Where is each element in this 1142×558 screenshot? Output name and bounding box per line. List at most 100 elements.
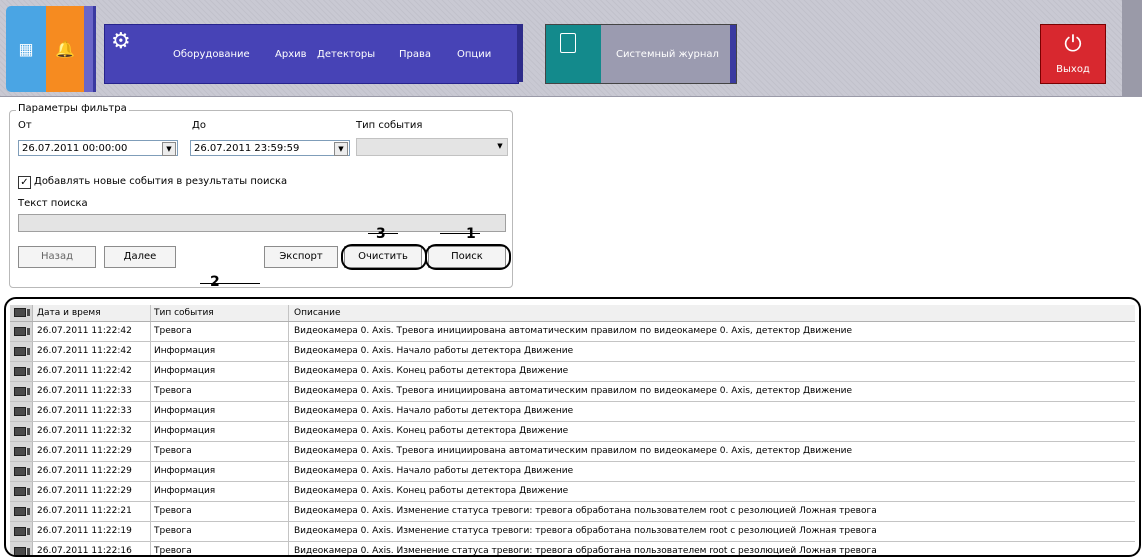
search-text-input[interactable] bbox=[18, 214, 506, 232]
row-icon-cell bbox=[10, 422, 33, 441]
table-row[interactable]: 26.07.2011 11:22:29 Информация Видеокамера… bbox=[10, 482, 1135, 502]
table-row[interactable]: 26.07.2011 11:22:33 Информация Видеокамера… bbox=[10, 402, 1135, 422]
callout-2: 2 bbox=[210, 274, 220, 290]
search-text-label: Текст поиска bbox=[18, 198, 88, 209]
row-icon-cell bbox=[10, 482, 33, 501]
cell-date: 26.07.2011 11:22:29 bbox=[33, 482, 151, 501]
export-button[interactable]: Экспорт bbox=[264, 246, 338, 268]
from-datetime-value: 26.07.2011 00:00:00 bbox=[22, 143, 128, 154]
cell-type: Информация bbox=[151, 402, 289, 421]
scroll-strip bbox=[1122, 0, 1142, 96]
cell-date: 26.07.2011 11:22:29 bbox=[33, 442, 151, 461]
cell-description: Видеокамера 0. Axis. Конец работы детект… bbox=[294, 426, 569, 436]
cell-date: 26.07.2011 11:22:42 bbox=[33, 322, 151, 341]
row-icon-cell bbox=[10, 522, 33, 541]
cell-type: Тревога bbox=[151, 502, 289, 521]
cell-description: Видеокамера 0. Axis. Тревога инициирован… bbox=[294, 386, 853, 396]
chevron-down-icon[interactable]: ▼ bbox=[494, 140, 506, 152]
events-table: Дата и время Тип события Описание 26.07.… bbox=[10, 305, 1135, 555]
table-row[interactable]: 26.07.2011 11:22:42 Информация Видеокамера… bbox=[10, 362, 1135, 382]
menu-item-detectors[interactable]: Детекторы bbox=[317, 49, 375, 60]
table-row[interactable]: 26.07.2011 11:22:32 Информация Видеокамера… bbox=[10, 422, 1135, 442]
cell-description: Видеокамера 0. Axis. Тревога инициирован… bbox=[294, 446, 853, 456]
cell-description: Видеокамера 0. Axis. Начало работы детек… bbox=[294, 346, 574, 356]
clear-highlight bbox=[341, 244, 427, 270]
cell-type: Информация bbox=[151, 342, 289, 361]
row-icon-cell bbox=[10, 322, 33, 341]
from-label: От bbox=[18, 120, 32, 131]
menu-toggle-strip[interactable] bbox=[84, 6, 93, 92]
camera-icon bbox=[14, 367, 30, 376]
cell-type: Информация bbox=[151, 362, 289, 381]
add-new-events-label: Добавлять новые события в результаты пои… bbox=[34, 176, 288, 187]
menu-item-rights[interactable]: Права bbox=[399, 49, 431, 60]
table-row[interactable]: 26.07.2011 11:22:42 Тревога Видеокамера 0.… bbox=[10, 322, 1135, 342]
cell-type: Информация bbox=[151, 482, 289, 501]
cell-type: Тревога bbox=[151, 542, 289, 555]
table-row[interactable]: 26.07.2011 11:22:29 Информация Видеокамера… bbox=[10, 462, 1135, 482]
to-datetime-select[interactable]: 26.07.2011 23:59:59 ▼ bbox=[190, 140, 350, 156]
row-icon-cell bbox=[10, 362, 33, 381]
chevron-down-icon[interactable]: ▼ bbox=[334, 142, 348, 156]
to-label: До bbox=[192, 120, 206, 131]
system-journal-button[interactable]: Системный журнал bbox=[545, 24, 737, 84]
journal-icon bbox=[546, 25, 601, 83]
camera-icon bbox=[14, 507, 30, 516]
table-row[interactable]: 26.07.2011 11:22:29 Тревога Видеокамера 0.… bbox=[10, 442, 1135, 462]
column-header-date[interactable]: Дата и время bbox=[33, 305, 151, 321]
filter-group-title: Параметры фильтра bbox=[16, 103, 129, 114]
tiles-button[interactable]: ▦ bbox=[6, 6, 46, 92]
camera-icon bbox=[14, 487, 30, 496]
camera-icon bbox=[14, 427, 30, 436]
cell-description: Видеокамера 0. Axis. Тревога инициирован… bbox=[294, 326, 853, 336]
table-row[interactable]: 26.07.2011 11:22:42 Информация Видеокамера… bbox=[10, 342, 1135, 362]
from-datetime-select[interactable]: 26.07.2011 00:00:00 ▼ bbox=[18, 140, 178, 156]
top-toolbar: ▦ 🔔 ⚙ Оборудование Архив Детекторы Права… bbox=[0, 0, 1142, 97]
table-row[interactable]: 26.07.2011 11:22:33 Тревога Видеокамера 0.… bbox=[10, 382, 1135, 402]
camera-icon bbox=[14, 527, 30, 536]
next-button[interactable]: Далее bbox=[104, 246, 176, 268]
cell-type: Тревога bbox=[151, 522, 289, 541]
cell-description: Видеокамера 0. Axis. Изменение статуса т… bbox=[294, 526, 877, 536]
menu-item-archive[interactable]: Архив bbox=[275, 49, 307, 60]
cell-date: 26.07.2011 11:22:21 bbox=[33, 502, 151, 521]
chevron-down-icon[interactable]: ▼ bbox=[162, 142, 176, 156]
event-type-select[interactable]: ▼ bbox=[356, 138, 508, 156]
camera-icon bbox=[14, 327, 30, 336]
camera-icon bbox=[14, 447, 30, 456]
alarms-button[interactable]: 🔔 bbox=[46, 6, 84, 92]
cell-date: 26.07.2011 11:22:33 bbox=[33, 402, 151, 421]
cell-type: Информация bbox=[151, 422, 289, 441]
column-header-type[interactable]: Тип события bbox=[151, 305, 289, 321]
camera-icon bbox=[14, 407, 30, 416]
callout-3: 3 bbox=[376, 226, 386, 242]
camera-icon bbox=[14, 347, 30, 356]
row-icon-cell bbox=[10, 402, 33, 421]
row-icon-cell bbox=[10, 442, 33, 461]
back-button[interactable]: Назад bbox=[18, 246, 96, 268]
row-icon-cell bbox=[10, 542, 33, 555]
table-row[interactable]: 26.07.2011 11:22:19 Тревога Видеокамера 0.… bbox=[10, 522, 1135, 542]
camera-icon bbox=[14, 547, 30, 555]
cell-type: Информация bbox=[151, 462, 289, 481]
add-new-events-checkbox[interactable]: ✓ bbox=[18, 176, 31, 189]
menu-item-equipment[interactable]: Оборудование bbox=[173, 49, 250, 60]
exit-button[interactable]: ⏻ Выход bbox=[1040, 24, 1106, 84]
row-icon-cell bbox=[10, 462, 33, 481]
camera-icon bbox=[14, 308, 30, 317]
table-header: Дата и время Тип события Описание bbox=[10, 305, 1135, 322]
row-icon-cell bbox=[10, 342, 33, 361]
column-header-description[interactable]: Описание bbox=[289, 305, 1135, 321]
grid-icon: ▦ bbox=[18, 39, 34, 59]
menu-end-strip bbox=[517, 24, 523, 82]
search-highlight bbox=[425, 244, 511, 270]
cell-type: Тревога bbox=[151, 322, 289, 341]
cell-type: Тревога bbox=[151, 382, 289, 401]
divider bbox=[93, 6, 96, 92]
table-row[interactable]: 26.07.2011 11:22:16 Тревога Видеокамера 0.… bbox=[10, 542, 1135, 555]
exit-label: Выход bbox=[1056, 64, 1090, 75]
callout-1: 1 bbox=[466, 226, 476, 242]
cell-date: 26.07.2011 11:22:33 bbox=[33, 382, 151, 401]
menu-item-options[interactable]: Опции bbox=[457, 49, 491, 60]
table-row[interactable]: 26.07.2011 11:22:21 Тревога Видеокамера 0.… bbox=[10, 502, 1135, 522]
